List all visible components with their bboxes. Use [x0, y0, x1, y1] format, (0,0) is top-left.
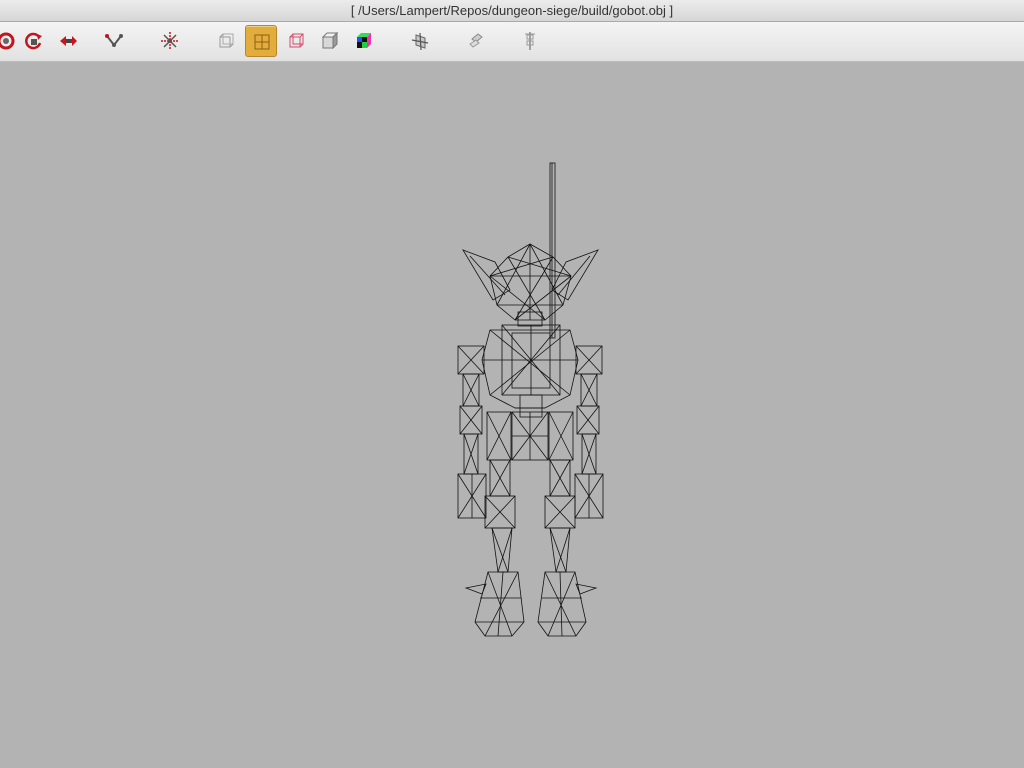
scale-button[interactable] [154, 25, 186, 57]
skeleton-button[interactable] [514, 25, 546, 57]
model-head [462, 243, 599, 327]
model-torso [481, 324, 579, 418]
pan-icon [60, 36, 77, 46]
model-right-foot [537, 571, 598, 637]
window-title-bar: [ /Users/Lampert/Repos/dungeon-siege/bui… [0, 0, 1024, 22]
model-left-foot [464, 571, 525, 637]
pan-button[interactable] [52, 25, 84, 57]
lighting-icon [469, 33, 483, 48]
bounding-box-icon [219, 33, 234, 48]
toolbar [0, 22, 1024, 62]
skeleton-icon [525, 32, 535, 50]
solid-shading-icon [321, 31, 339, 50]
texture-shading-icon [357, 33, 371, 48]
model-antenna [549, 162, 556, 339]
orbit-button[interactable] [18, 25, 50, 57]
normals-icon [411, 32, 429, 51]
translate-icon [105, 34, 123, 47]
model-pelvis [511, 411, 549, 461]
model-left-arm [457, 345, 487, 519]
texture-shading-button[interactable] [348, 25, 380, 57]
hidden-line-icon [289, 33, 304, 48]
wireframe-icon [254, 34, 270, 50]
wireframe-model [457, 162, 604, 637]
hidden-line-button[interactable] [280, 25, 312, 57]
3d-viewport[interactable] [0, 62, 1024, 768]
normals-button[interactable] [404, 25, 436, 57]
window-title: [ /Users/Lampert/Repos/dungeon-siege/bui… [350, 3, 674, 18]
model-left-leg [484, 411, 516, 573]
rotate-icon [0, 32, 15, 50]
translate-button[interactable] [98, 25, 130, 57]
scale-icon [161, 32, 179, 50]
model-right-arm [574, 345, 604, 519]
wireframe-button[interactable] [245, 25, 277, 57]
solid-shading-button[interactable] [314, 25, 346, 57]
orbit-icon [25, 32, 42, 50]
model-right-leg [544, 411, 576, 573]
bounding-box-button[interactable] [210, 25, 242, 57]
lighting-button[interactable] [460, 25, 492, 57]
